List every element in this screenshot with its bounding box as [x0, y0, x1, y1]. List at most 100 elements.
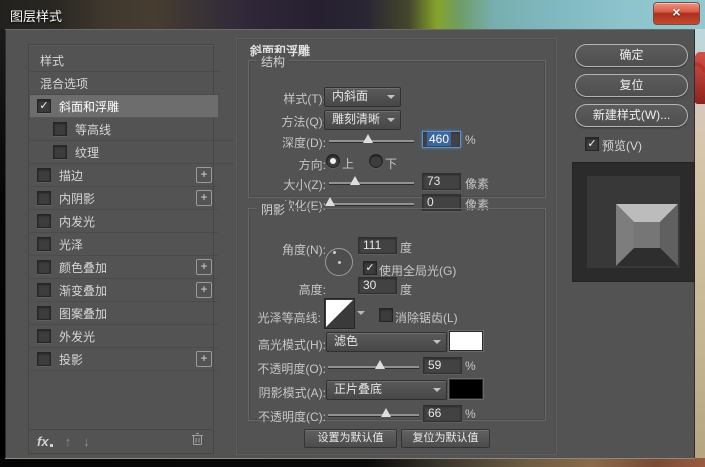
checkbox-unchecked[interactable]	[53, 122, 67, 136]
checkbox-unchecked[interactable]	[37, 237, 51, 251]
highlight-mode-dropdown[interactable]: 滤色	[326, 332, 447, 352]
altitude-label: 高度:	[236, 281, 326, 298]
altitude-input[interactable]: 30	[358, 277, 397, 294]
checkbox-unchecked[interactable]	[37, 168, 51, 182]
add-effect-button[interactable]: +	[196, 259, 212, 275]
sidebar-item-label: 投影	[59, 351, 83, 368]
sidebar-item-stroke[interactable]: 描边 +	[30, 164, 218, 187]
add-effect-button[interactable]: +	[196, 282, 212, 298]
close-button[interactable]: ×	[653, 2, 700, 25]
checkbox-unchecked[interactable]	[37, 352, 51, 366]
highlight-opacity-label: 不透明度(O):	[236, 360, 326, 377]
checkbox-unchecked[interactable]	[37, 214, 51, 228]
direction-up-radio[interactable]	[326, 154, 340, 168]
checkbox-unchecked[interactable]	[37, 260, 51, 274]
checkbox-unchecked[interactable]	[53, 145, 67, 159]
sidebar-item-label: 光泽	[59, 236, 83, 253]
sidebar-item-label: 混合选项	[40, 75, 88, 92]
sidebar-item-gradient-overlay[interactable]: 渐变叠加 +	[30, 279, 218, 302]
shading-group-title: 阴影	[257, 201, 289, 218]
add-effect-button[interactable]: +	[196, 190, 212, 206]
title-bar[interactable]: 图层样式 ×	[0, 0, 705, 29]
highlight-opacity-slider-thumb[interactable]	[375, 360, 385, 369]
sidebar-item-label: 描边	[59, 167, 83, 184]
technique-dropdown[interactable]: 雕刻清晰	[324, 110, 401, 130]
move-down-icon[interactable]: ↓	[83, 434, 90, 449]
move-up-icon[interactable]: ↑	[65, 434, 72, 449]
highlight-opacity-input[interactable]: 59	[423, 357, 462, 374]
style-dropdown[interactable]: 内斜面	[324, 87, 401, 107]
sidebar-item-outer-glow[interactable]: 外发光	[30, 325, 218, 348]
contour-thumbnail	[326, 300, 353, 327]
fx-icon[interactable]: fx	[37, 434, 49, 449]
depth-input[interactable]: 460	[422, 131, 461, 148]
preview-label: 预览(V)	[602, 137, 642, 154]
angle-unit: 度	[400, 239, 412, 256]
sidebar-item-bevel-emboss[interactable]: ✓ 斜面和浮雕	[30, 95, 218, 118]
angle-dial[interactable]	[325, 248, 353, 276]
direction-up-label: 上	[342, 155, 354, 172]
shadow-opacity-input[interactable]: 66	[423, 405, 462, 422]
sidebar-item-label: 内发光	[59, 213, 95, 230]
highlight-mode-label: 高光模式(H):	[236, 336, 326, 353]
window-title: 图层样式	[10, 6, 62, 25]
shadow-opacity-slider[interactable]	[328, 414, 419, 416]
shadow-opacity-slider-thumb[interactable]	[381, 408, 391, 417]
checkbox-checked[interactable]: ✓	[37, 99, 51, 113]
checkbox-unchecked[interactable]	[37, 329, 51, 343]
depth-label: 深度(D):	[236, 134, 326, 151]
chevron-down-icon	[433, 388, 441, 392]
chevron-down-icon[interactable]	[357, 311, 365, 315]
sidebar-item-inner-shadow[interactable]: 内阴影 +	[30, 187, 218, 210]
sidebar-item-blending-options[interactable]: 混合选项	[30, 72, 221, 95]
style-list-panel: 样式 混合选项 ✓ 斜面和浮雕 等高线 纹理 描边 + 内阴影	[28, 44, 214, 454]
sidebar-item-pattern-overlay[interactable]: 图案叠加	[30, 302, 218, 325]
shadow-mode-label: 阴影模式(A):	[236, 384, 326, 401]
depth-slider-thumb[interactable]	[363, 134, 373, 143]
sidebar-item-color-overlay[interactable]: 颜色叠加 +	[30, 256, 218, 279]
direction-down-radio[interactable]	[369, 154, 383, 168]
ok-button[interactable]: 确定	[575, 44, 688, 67]
technique-label: 方法(Q):	[236, 113, 326, 130]
anti-alias-checkbox[interactable]	[379, 308, 393, 322]
sidebar-item-drop-shadow[interactable]: 投影 +	[30, 348, 218, 371]
set-default-button[interactable]: 设置为默认值	[304, 429, 397, 448]
highlight-mode-value: 滤色	[334, 334, 358, 348]
shadow-color-swatch[interactable]	[449, 379, 483, 399]
screen: 图层样式 × 样式 混合选项 ✓ 斜面和浮雕 等高线 纹理 描边 +	[0, 0, 705, 467]
sidebar-item-texture[interactable]: 纹理	[30, 141, 234, 164]
trash-icon[interactable]	[191, 432, 204, 451]
highlight-color-swatch[interactable]	[449, 331, 483, 351]
sidebar-item-styles[interactable]: 样式	[30, 49, 221, 72]
new-style-button[interactable]: 新建样式(W)...	[575, 104, 688, 127]
soften-slider[interactable]	[329, 203, 414, 205]
sidebar-item-label: 颜色叠加	[59, 259, 107, 276]
checkbox-unchecked[interactable]	[37, 191, 51, 205]
size-input[interactable]: 73	[422, 173, 461, 190]
preview-inner-square	[587, 176, 680, 268]
reset-button[interactable]: 复位	[575, 74, 688, 97]
shadow-mode-dropdown[interactable]: 正片叠底	[326, 380, 447, 400]
chevron-down-icon	[387, 118, 395, 122]
size-slider-thumb[interactable]	[350, 176, 360, 185]
soften-slider-thumb[interactable]	[325, 197, 335, 206]
checkbox-unchecked[interactable]	[37, 306, 51, 320]
checkbox-unchecked[interactable]	[37, 283, 51, 297]
sidebar-item-contour[interactable]: 等高线	[30, 118, 234, 141]
angle-label: 角度(N):	[236, 241, 326, 258]
size-slider[interactable]	[329, 182, 414, 184]
use-global-light-checkbox[interactable]: ✓	[363, 261, 377, 275]
add-effect-button[interactable]: +	[196, 351, 212, 367]
chevron-down-icon	[387, 95, 395, 99]
sidebar-item-satin[interactable]: 光泽	[30, 233, 218, 256]
options-panel: 斜面和浮雕 结构 样式(T): 内斜面 方法(Q): 雕刻清晰 深度(D): 4…	[236, 38, 557, 455]
reset-default-button[interactable]: 复位为默认值	[401, 429, 490, 448]
chevron-down-icon	[433, 340, 441, 344]
sidebar-item-inner-glow[interactable]: 内发光	[30, 210, 218, 233]
preview-checkbox[interactable]: ✓	[585, 137, 599, 151]
highlight-opacity-slider[interactable]	[328, 366, 419, 368]
angle-input[interactable]: 111	[358, 237, 397, 254]
altitude-unit: 度	[400, 281, 412, 298]
add-effect-button[interactable]: +	[196, 167, 212, 183]
gloss-contour-picker[interactable]	[324, 298, 355, 329]
